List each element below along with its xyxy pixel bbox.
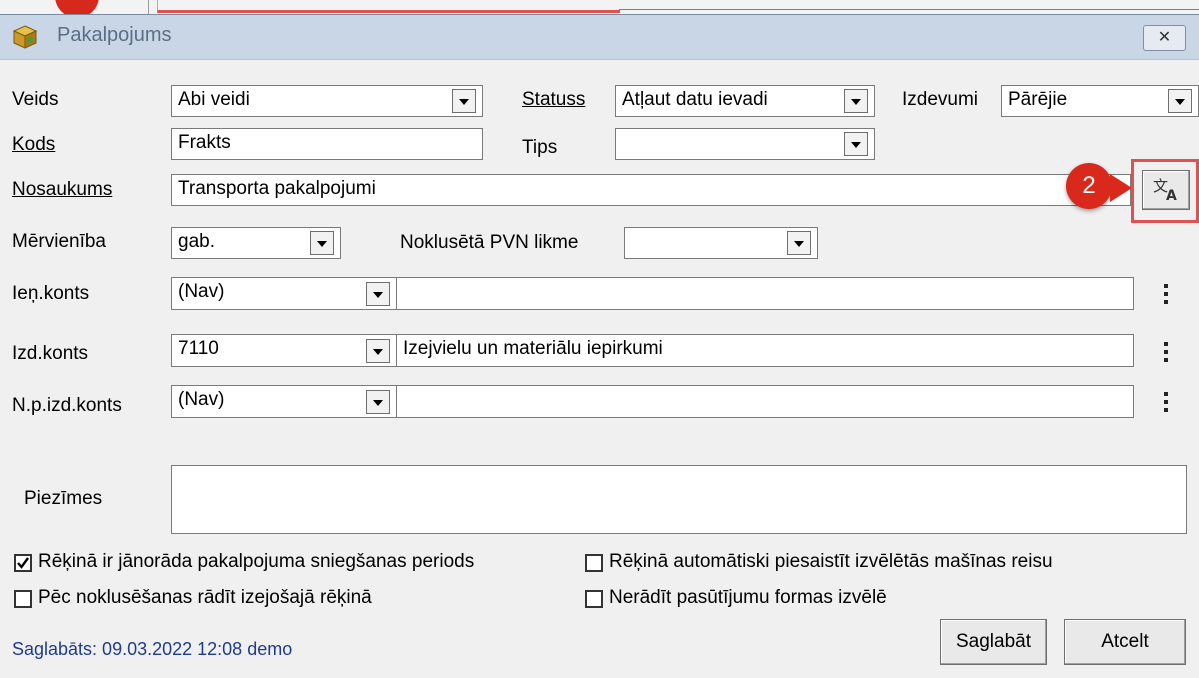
pvn-select[interactable] <box>624 227 818 259</box>
izd-konts-code: 7110 <box>178 338 219 359</box>
statuss-label: Statuss <box>522 89 586 110</box>
ien-konts-name <box>396 277 1134 310</box>
cancel-button[interactable]: Atcelt <box>1064 619 1186 665</box>
checkmark-icon <box>17 557 29 569</box>
ien-konts-code-select[interactable]: (Nav) <box>171 277 397 310</box>
background-window-strip <box>0 0 1199 18</box>
svg-text:A: A <box>1166 188 1177 203</box>
veids-label: Veids <box>12 89 59 110</box>
tips-label: Tips <box>522 137 558 158</box>
saved-status: Saglabāts: 09.03.2022 12:08 demo <box>12 639 293 659</box>
checkbox-outgoing-invoice-label[interactable]: Pēc noklusēšanas rādīt izejošajā rēķinā <box>38 587 372 609</box>
np-izd-konts-code: (Nav) <box>178 389 225 410</box>
package-icon <box>12 25 38 49</box>
kods-input[interactable]: Frakts <box>171 128 483 160</box>
annotation-badge: 2 <box>1066 163 1112 209</box>
translate-icon: 文 A <box>1153 177 1177 204</box>
chevron-down-icon[interactable] <box>366 339 390 363</box>
mervieniba-label: Mērvienība <box>12 231 106 252</box>
checkbox-periods[interactable] <box>14 554 32 572</box>
ien-konts-code: (Nav) <box>178 281 225 302</box>
mervieniba-value: gab. <box>178 231 215 252</box>
np-izd-konts-name <box>396 385 1134 418</box>
np-izd-konts-code-select[interactable]: (Nav) <box>171 385 397 418</box>
izd-konts-code-select[interactable]: 7110 <box>171 334 397 367</box>
divider <box>619 9 1199 10</box>
tips-select[interactable] <box>615 128 875 160</box>
chevron-down-icon[interactable] <box>787 231 811 255</box>
izd-konts-name: Izejvielu un materiālu iepirkumi <box>396 334 1134 367</box>
chevron-down-icon[interactable] <box>1168 89 1192 113</box>
divider <box>148 0 149 14</box>
veids-select[interactable]: Abi veidi <box>171 85 483 117</box>
chevron-down-icon[interactable] <box>310 231 334 255</box>
checkbox-hide-order-form[interactable] <box>585 590 603 608</box>
translate-button[interactable]: 文 A <box>1142 170 1190 210</box>
statuss-value: Atļaut datu ievadi <box>622 89 768 110</box>
izdevumi-label: Izdevumi <box>902 89 979 110</box>
checkbox-hide-order-form-label[interactable]: Nerādīt pasūtījumu formas izvēlē <box>609 587 887 609</box>
pvn-label: Noklusētā PVN likme <box>400 232 579 253</box>
checkbox-outgoing-invoice[interactable] <box>14 590 32 608</box>
chevron-down-icon[interactable] <box>844 132 868 156</box>
chevron-down-icon[interactable] <box>366 390 390 414</box>
form-body: Veids Abi veidi Statuss Atļaut datu ieva… <box>0 60 1199 678</box>
izdevumi-value: Pārējie <box>1008 89 1068 110</box>
piezimes-textarea[interactable] <box>171 465 1187 534</box>
checkbox-machine-trip[interactable] <box>585 554 603 572</box>
piezimes-label: Piezīmes <box>24 488 102 510</box>
chevron-down-icon[interactable] <box>366 282 390 306</box>
highlight-frame <box>157 0 620 13</box>
save-button[interactable]: Saglabāt <box>940 619 1047 665</box>
veids-value: Abi veidi <box>178 89 250 110</box>
izd-konts-label: Izd.konts <box>12 343 89 364</box>
chevron-down-icon[interactable] <box>844 89 868 113</box>
piezimes-label-text: Piezīmes <box>24 488 103 509</box>
annotation-arrow <box>1110 174 1132 202</box>
vertical-dots-icon[interactable] <box>1163 282 1169 306</box>
window-title: Pakalpojums <box>57 24 172 46</box>
np-izd-konts-label: N.p.izd.konts <box>12 395 122 416</box>
ien-konts-label: Ieņ.konts <box>12 283 90 304</box>
nosaukums-label: Nosaukums <box>12 179 113 200</box>
chevron-down-icon[interactable] <box>452 89 476 113</box>
nosaukums-input[interactable]: Transporta pakalpojumi <box>171 174 1131 206</box>
checkbox-machine-trip-label[interactable]: Rēķinā automātiski piesaistīt izvēlētās … <box>609 551 1053 573</box>
mervieniba-select[interactable]: gab. <box>171 227 341 259</box>
kods-label: Kods <box>12 134 56 155</box>
title-bar: Pakalpojums ✕ <box>0 15 1199 60</box>
close-button[interactable]: ✕ <box>1143 25 1186 51</box>
izdevumi-select[interactable]: Pārējie <box>1001 85 1199 117</box>
pakalpojums-dialog: Pakalpojums ✕ Veids Abi veidi Statuss At… <box>0 14 1199 678</box>
vertical-dots-icon[interactable] <box>1163 390 1169 414</box>
checkbox-periods-label[interactable]: Rēķinā ir jānorāda pakalpojuma sniegšana… <box>38 551 474 573</box>
vertical-dots-icon[interactable] <box>1163 340 1169 364</box>
statuss-select[interactable]: Atļaut datu ievadi <box>615 85 875 117</box>
